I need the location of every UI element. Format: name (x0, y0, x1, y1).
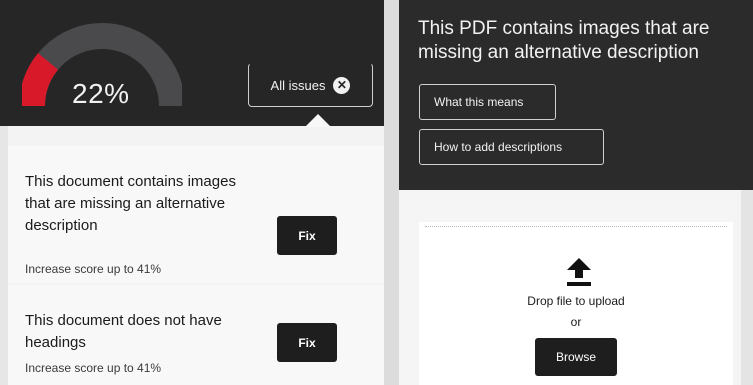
browse-button[interactable]: Browse (535, 338, 617, 376)
issue-impact: Increase score up to 41% (25, 262, 162, 276)
all-issues-toggle[interactable]: All issues ✕ (248, 63, 373, 107)
issue-description: This document contains images that are m… (25, 173, 236, 234)
panel-edge (741, 190, 753, 385)
issue-description: This document does not have headings (25, 312, 222, 351)
gauge-fill (22, 53, 59, 107)
detail-title: This PDF contains images that are missin… (418, 18, 710, 63)
detail-header: This PDF contains images that are missin… (399, 0, 753, 190)
issue-card: This document does not have headings Inc… (8, 285, 384, 385)
dropzone-border (425, 226, 727, 227)
upload-arrow-icon (567, 258, 591, 286)
score-percent: 22% (72, 78, 130, 109)
score-header: 22% All issues ✕ (0, 0, 384, 127)
panel-edge (0, 126, 8, 385)
issue-detail-panel: This PDF contains images that are missin… (399, 0, 753, 385)
dropdown-pointer (305, 114, 331, 127)
how-to-add-descriptions-button[interactable]: How to add descriptions (419, 129, 604, 165)
or-label: or (570, 315, 582, 329)
upload-dropzone[interactable]: Drop file to upload or Browse (419, 222, 733, 385)
close-circle-icon[interactable]: ✕ (333, 76, 351, 94)
all-issues-label: All issues (270, 77, 326, 93)
issue-impact: Increase score up to 41% (25, 361, 162, 375)
fix-button[interactable]: Fix (277, 323, 337, 362)
issues-panel: 22% All issues ✕ This document contains … (0, 0, 384, 385)
drop-file-label: Drop file to upload (527, 294, 625, 308)
issue-card: This document contains images that are m… (8, 146, 384, 283)
what-this-means-button[interactable]: What this means (419, 84, 556, 120)
fix-button[interactable]: Fix (277, 216, 337, 255)
